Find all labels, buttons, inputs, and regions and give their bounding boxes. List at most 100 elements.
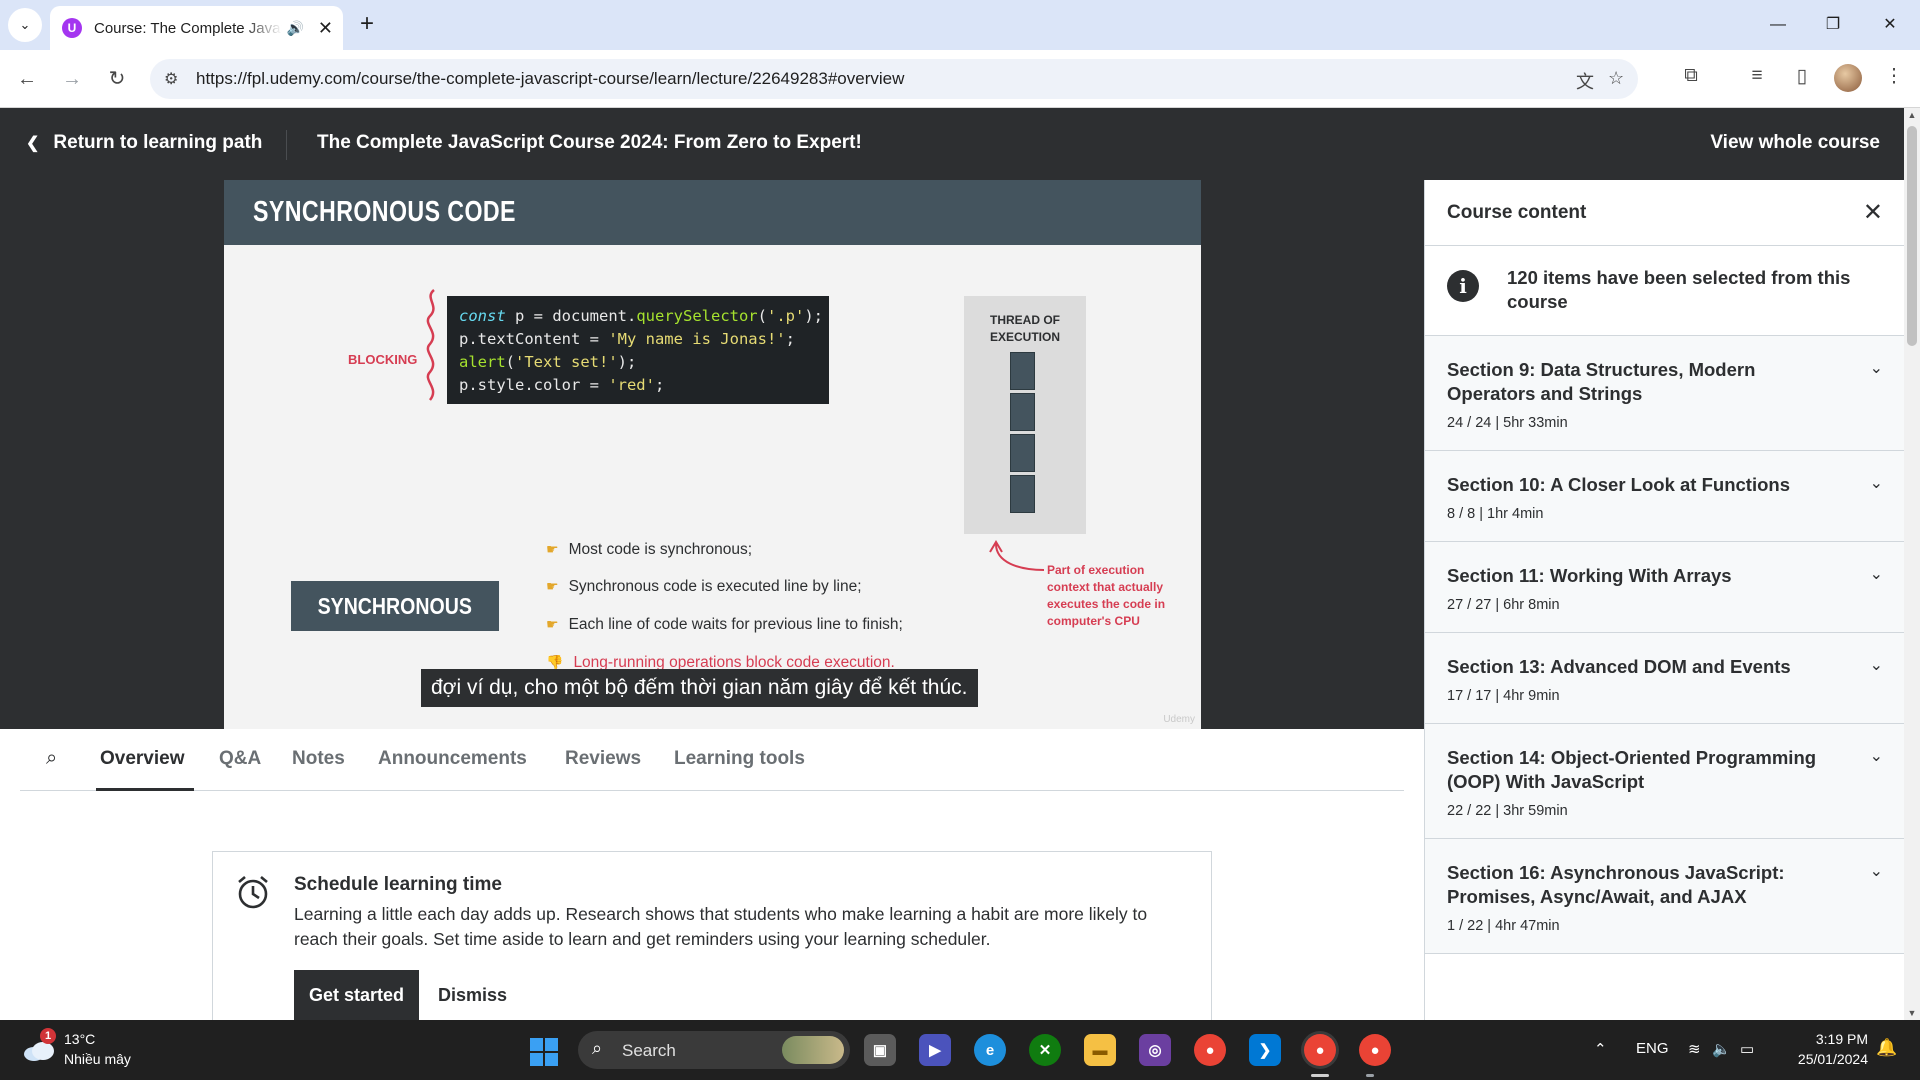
edge-browser-icon[interactable]: e bbox=[974, 1034, 1006, 1066]
close-icon[interactable]: ✕ bbox=[1863, 198, 1883, 227]
section-title: Section 9: Data Structures, Modern Opera… bbox=[1447, 359, 1756, 404]
section-meta: 1 / 22 | 4hr 47min bbox=[1447, 918, 1560, 934]
chevron-down-icon: ⌄ bbox=[1869, 748, 1883, 765]
chevron-left-icon: ❮ bbox=[26, 135, 40, 152]
active-app-indicator bbox=[1311, 1074, 1329, 1077]
section-title: Section 10: A Closer Look at Functions bbox=[1447, 474, 1790, 495]
thumbs-down-icon: 👎 bbox=[546, 654, 564, 670]
wifi-icon[interactable]: ≋ bbox=[1688, 1040, 1701, 1058]
file-explorer-icon[interactable]: ▬ bbox=[1084, 1034, 1116, 1066]
chevron-down-icon: ⌄ bbox=[19, 17, 31, 32]
address-bar[interactable]: ⚙ https://fpl.udemy.com/course/the-compl… bbox=[150, 59, 1638, 99]
side-panel-icon[interactable]: ▯ bbox=[1788, 65, 1816, 88]
tab-announcements[interactable]: Announcements bbox=[378, 748, 527, 770]
section-item[interactable]: Section 11: Working With Arrays 27 / 27 … bbox=[1425, 542, 1905, 633]
code-line: p.style.color = 'red'; bbox=[459, 376, 665, 394]
clock-date[interactable]: 25/01/2024 bbox=[1780, 1051, 1868, 1067]
dismiss-button[interactable]: Dismiss bbox=[438, 970, 507, 1020]
section-meta: 22 / 22 | 3hr 59min bbox=[1447, 803, 1568, 819]
section-title: Section 14: Object-Oriented Programming … bbox=[1447, 747, 1817, 792]
chrome-icon[interactable]: ● bbox=[1194, 1034, 1226, 1066]
tab-learning-tools[interactable]: Learning tools bbox=[674, 748, 805, 770]
tab-notes[interactable]: Notes bbox=[292, 748, 345, 770]
url-text[interactable]: https://fpl.udemy.com/course/the-complet… bbox=[196, 69, 904, 89]
chrome-profile-icon[interactable]: ● bbox=[1304, 1034, 1336, 1066]
speaker-icon[interactable]: 🔊 bbox=[286, 20, 303, 37]
menu-kebab-icon[interactable]: ⋮ bbox=[1880, 65, 1908, 88]
restore-button[interactable]: ❐ bbox=[1813, 10, 1853, 40]
clock-time[interactable]: 3:19 PM bbox=[1780, 1031, 1868, 1047]
chrome-profile-2-icon[interactable]: ● bbox=[1359, 1034, 1391, 1066]
section-meta: 8 / 8 | 1hr 4min bbox=[1447, 506, 1544, 522]
weather-temperature[interactable]: 13°C bbox=[64, 1031, 95, 1047]
view-whole-course-link[interactable]: View whole course bbox=[1710, 132, 1880, 154]
tab-search-button[interactable]: ⌄ bbox=[8, 8, 42, 42]
video-player[interactable]: SYNCHRONOUS CODE BLOCKING const p = docu… bbox=[0, 180, 1424, 729]
page-scrollbar[interactable]: ▲ ▼ bbox=[1904, 108, 1920, 1020]
xbox-icon[interactable]: ✕ bbox=[1029, 1034, 1061, 1066]
lecture-tabs: ⌕ Overview Q&A Notes Announcements Revie… bbox=[20, 729, 1404, 791]
back-icon[interactable]: ← bbox=[12, 64, 42, 94]
search-highlight-image bbox=[782, 1036, 844, 1064]
translate-icon[interactable]: 文 bbox=[1576, 68, 1594, 94]
return-to-learning-path-link[interactable]: ❮ Return to learning path bbox=[26, 132, 262, 154]
profile-avatar[interactable] bbox=[1834, 64, 1862, 92]
scroll-thumb[interactable] bbox=[1907, 126, 1917, 346]
chevron-down-icon: ⌄ bbox=[1869, 475, 1883, 492]
section-item[interactable]: Section 14: Object-Oriented Programming … bbox=[1425, 724, 1905, 839]
browser-tab[interactable]: U Course: The Complete JavaScript Course… bbox=[50, 6, 343, 50]
language-indicator[interactable]: ENG bbox=[1636, 1040, 1669, 1057]
bullet-item: ☛ Each line of code waits for previous li… bbox=[546, 616, 903, 633]
running-app-indicator bbox=[1366, 1074, 1374, 1077]
notification-bell-icon[interactable]: 🔔 bbox=[1876, 1038, 1897, 1058]
section-meta: 17 / 17 | 4hr 9min bbox=[1447, 688, 1560, 704]
slide-title: SYNCHRONOUS CODE bbox=[253, 196, 516, 228]
site-info-icon[interactable]: ⚙ bbox=[164, 69, 178, 89]
thread-block bbox=[1010, 393, 1035, 431]
pointing-hand-icon: ☛ bbox=[546, 541, 559, 557]
video-caption: đợi ví dụ, cho một bộ đếm thời gian năm … bbox=[421, 669, 978, 707]
section-item[interactable]: Section 10: A Closer Look at Functions 8… bbox=[1425, 451, 1905, 542]
thread-note: Part of execution context that actually … bbox=[1047, 563, 1166, 628]
bookmark-star-icon[interactable]: ☆ bbox=[1608, 68, 1624, 89]
volume-icon[interactable]: 🔈 bbox=[1712, 1040, 1731, 1058]
code-line: alert('Text set!'); bbox=[459, 353, 637, 371]
section-item[interactable]: Section 16: Asynchronous JavaScript: Pro… bbox=[1425, 839, 1905, 954]
minimize-button[interactable]: — bbox=[1758, 10, 1798, 40]
scroll-down-icon[interactable]: ▼ bbox=[1904, 1008, 1920, 1018]
taskbar-search[interactable]: ⌕ Search bbox=[578, 1031, 850, 1069]
bullet-item: ☛ Synchronous code is executed line by li… bbox=[546, 578, 862, 595]
windows-start-icon[interactable] bbox=[530, 1038, 558, 1066]
vscode-icon[interactable]: ❯ bbox=[1249, 1034, 1281, 1066]
search-icon[interactable]: ⌕ bbox=[46, 747, 57, 770]
media-control-icon[interactable]: ≡ bbox=[1743, 65, 1771, 87]
blocking-label: BLOCKING bbox=[348, 352, 418, 367]
close-tab-icon[interactable]: ✕ bbox=[318, 18, 333, 39]
get-started-button[interactable]: Get started bbox=[294, 970, 419, 1020]
photo-app-icon[interactable]: ◎ bbox=[1139, 1034, 1171, 1066]
scroll-up-icon[interactable]: ▲ bbox=[1904, 110, 1920, 120]
reload-icon[interactable]: ↻ bbox=[102, 64, 132, 94]
lecture-slide: SYNCHRONOUS CODE BLOCKING const p = docu… bbox=[224, 180, 1201, 729]
section-item[interactable]: Section 9: Data Structures, Modern Opera… bbox=[1425, 336, 1905, 451]
extensions-icon[interactable]: ⧉ bbox=[1677, 65, 1705, 87]
info-icon: i bbox=[1447, 270, 1479, 302]
close-window-button[interactable]: ✕ bbox=[1870, 10, 1910, 40]
teams-chat-icon[interactable]: ▶ bbox=[919, 1034, 951, 1066]
battery-icon[interactable]: ▭ bbox=[1740, 1040, 1754, 1058]
chevron-down-icon: ⌄ bbox=[1869, 863, 1883, 880]
taskbar-search-label: Search bbox=[622, 1041, 676, 1060]
card-body: Learning a little each day adds up. Rese… bbox=[294, 904, 1148, 949]
tab-overview[interactable]: Overview bbox=[100, 748, 185, 770]
weather-description[interactable]: Nhiều mây bbox=[64, 1051, 131, 1067]
udemy-favicon-icon: U bbox=[62, 18, 82, 38]
tab-qa[interactable]: Q&A bbox=[219, 748, 261, 770]
slide-header: SYNCHRONOUS CODE bbox=[224, 180, 1201, 245]
section-meta: 24 / 24 | 5hr 33min bbox=[1447, 415, 1568, 431]
forward-icon[interactable]: → bbox=[57, 64, 87, 94]
section-item[interactable]: Section 13: Advanced DOM and Events 17 /… bbox=[1425, 633, 1905, 724]
chevron-up-icon[interactable]: ⌃ bbox=[1594, 1040, 1607, 1058]
task-view-icon[interactable]: ▣ bbox=[864, 1034, 896, 1066]
new-tab-button[interactable]: + bbox=[352, 10, 382, 40]
tab-reviews[interactable]: Reviews bbox=[565, 748, 641, 770]
